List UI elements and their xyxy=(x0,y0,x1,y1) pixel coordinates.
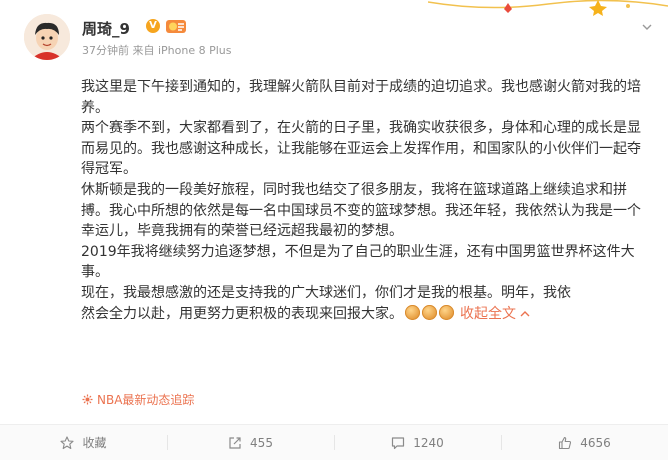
comment-button[interactable]: 1240 xyxy=(334,425,501,460)
repost-button[interactable]: 455 xyxy=(167,425,334,460)
like-icon xyxy=(559,436,572,449)
author-avatar[interactable] xyxy=(24,14,70,60)
clap-emoji xyxy=(422,304,437,320)
like-button[interactable]: 4656 xyxy=(501,425,668,460)
repost-count: 455 xyxy=(250,435,273,450)
topic-label: NBA最新动态追踪 xyxy=(97,393,195,407)
post-paragraph: 休斯顿是我的一段美好旅程，同时我也结交了很多朋友，我将在篮球道路上继续追求和拼搏… xyxy=(81,181,641,240)
favorite-label: 收藏 xyxy=(82,436,107,450)
post-content: 我这里是下午接到通知的，我理解火箭队目前对于成绩的迫切追求。我也感谢火箭对我的培… xyxy=(81,77,651,324)
collapse-label: 收起全文 xyxy=(460,305,516,322)
chevron-up-icon xyxy=(520,310,530,317)
post-paragraph: 两个赛季不到，大家都看到了，在火箭的日子里，我确实收获很多，身体和心理的成长是显… xyxy=(81,120,641,178)
post-paragraph: 2019年我将继续努力追逐梦想，不但是为了自己的职业生涯，还有中国男篮世界杯这件… xyxy=(81,243,635,281)
post-text: 然会全力以赴，用更努力更积极的表现来回报大家。 xyxy=(81,305,403,322)
star-icon xyxy=(60,435,75,449)
post-paragraph: 我这里是下午接到通知的，我理解火箭队目前对于成绩的迫切追求。我也感谢火箭对我的培… xyxy=(81,79,641,116)
post-paragraph: 现在，我最想感激的还是支持我的广大球迷们，你们才是我的根基。明年，我依 xyxy=(81,284,571,301)
clap-emoji xyxy=(405,304,420,320)
comment-count: 1240 xyxy=(413,435,444,450)
clap-emoji xyxy=(439,304,454,320)
author-name[interactable]: 周琦_9 xyxy=(82,18,130,39)
comment-icon xyxy=(392,436,405,449)
post-paragraph-last: 然会全力以赴，用更努力更积极的表现来回报大家。 收起全文 xyxy=(81,304,651,325)
tag-icon xyxy=(82,394,93,405)
post-meta: 37分钟前 来自 iPhone 8 Plus xyxy=(82,44,232,57)
verified-badge: V xyxy=(146,19,160,33)
action-bar: 收藏 455 1240 4656 xyxy=(0,424,668,460)
top-decoration xyxy=(428,0,668,16)
favorite-button[interactable]: 收藏 xyxy=(0,425,167,460)
collapse-text-link[interactable]: 收起全文 xyxy=(460,306,530,322)
like-count: 4656 xyxy=(580,435,611,450)
chevron-down-icon[interactable] xyxy=(642,22,652,32)
topic-link[interactable]: NBA最新动态追踪 xyxy=(82,391,194,408)
repost-icon xyxy=(229,436,241,449)
medal-icon xyxy=(166,20,186,33)
